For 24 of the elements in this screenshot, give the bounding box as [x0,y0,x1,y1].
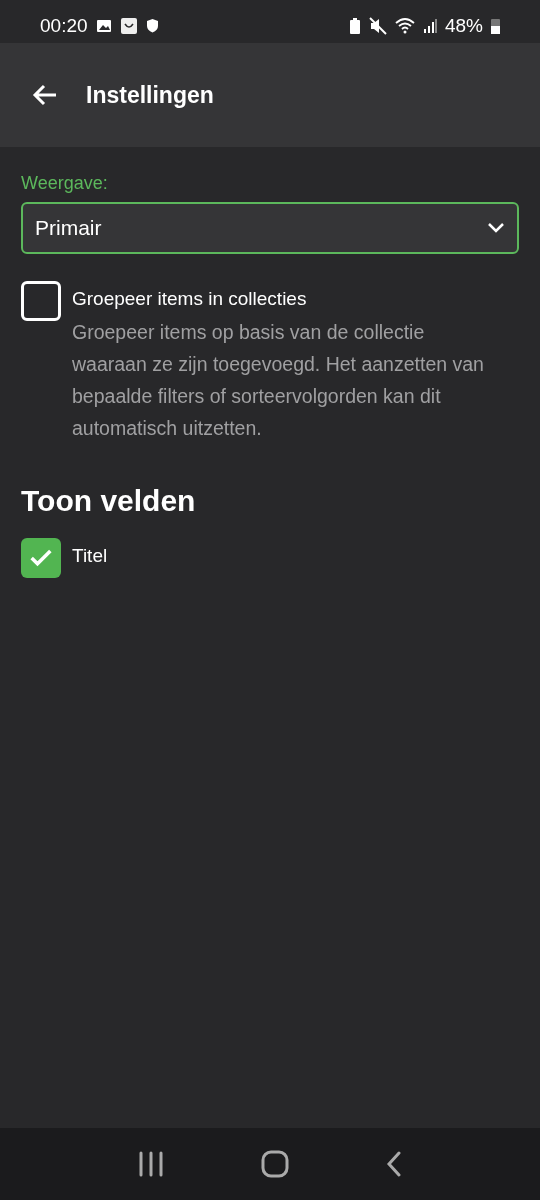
option-description: Groepeer items op basis van de collectie waaraan ze zijn toegevoegd. Het aanzetten van bepaalde filters of sorteervolgorden kan dit automatisch uitzetten. [72,320,485,441]
recent-apps-icon[interactable] [138,1151,165,1177]
option-label: Titel [72,545,108,567]
option-label: Groepeer items in collecties [72,288,308,310]
image-icon [95,17,112,34]
page-title: Instellingen [86,81,214,109]
chevron-down-icon [487,222,505,234]
home-icon[interactable] [261,1150,289,1178]
back-arrow-icon[interactable] [32,84,58,106]
battery-percent: 48% [444,14,483,37]
signal-icon [422,17,437,34]
clock: 00:20 [40,14,88,37]
section-heading: Toon velden [21,484,197,518]
checkbox[interactable] [21,538,61,578]
bag-icon [119,16,138,35]
battery-saver-icon [348,16,361,35]
wifi-icon [394,17,415,34]
battery-icon [491,17,500,34]
view-dropdown[interactable]: Primair [21,202,519,254]
shield-icon [145,18,159,33]
checkbox[interactable] [21,281,61,321]
mute-icon [368,16,387,35]
back-icon[interactable] [385,1151,402,1177]
field-label: Weergave: [21,173,109,194]
